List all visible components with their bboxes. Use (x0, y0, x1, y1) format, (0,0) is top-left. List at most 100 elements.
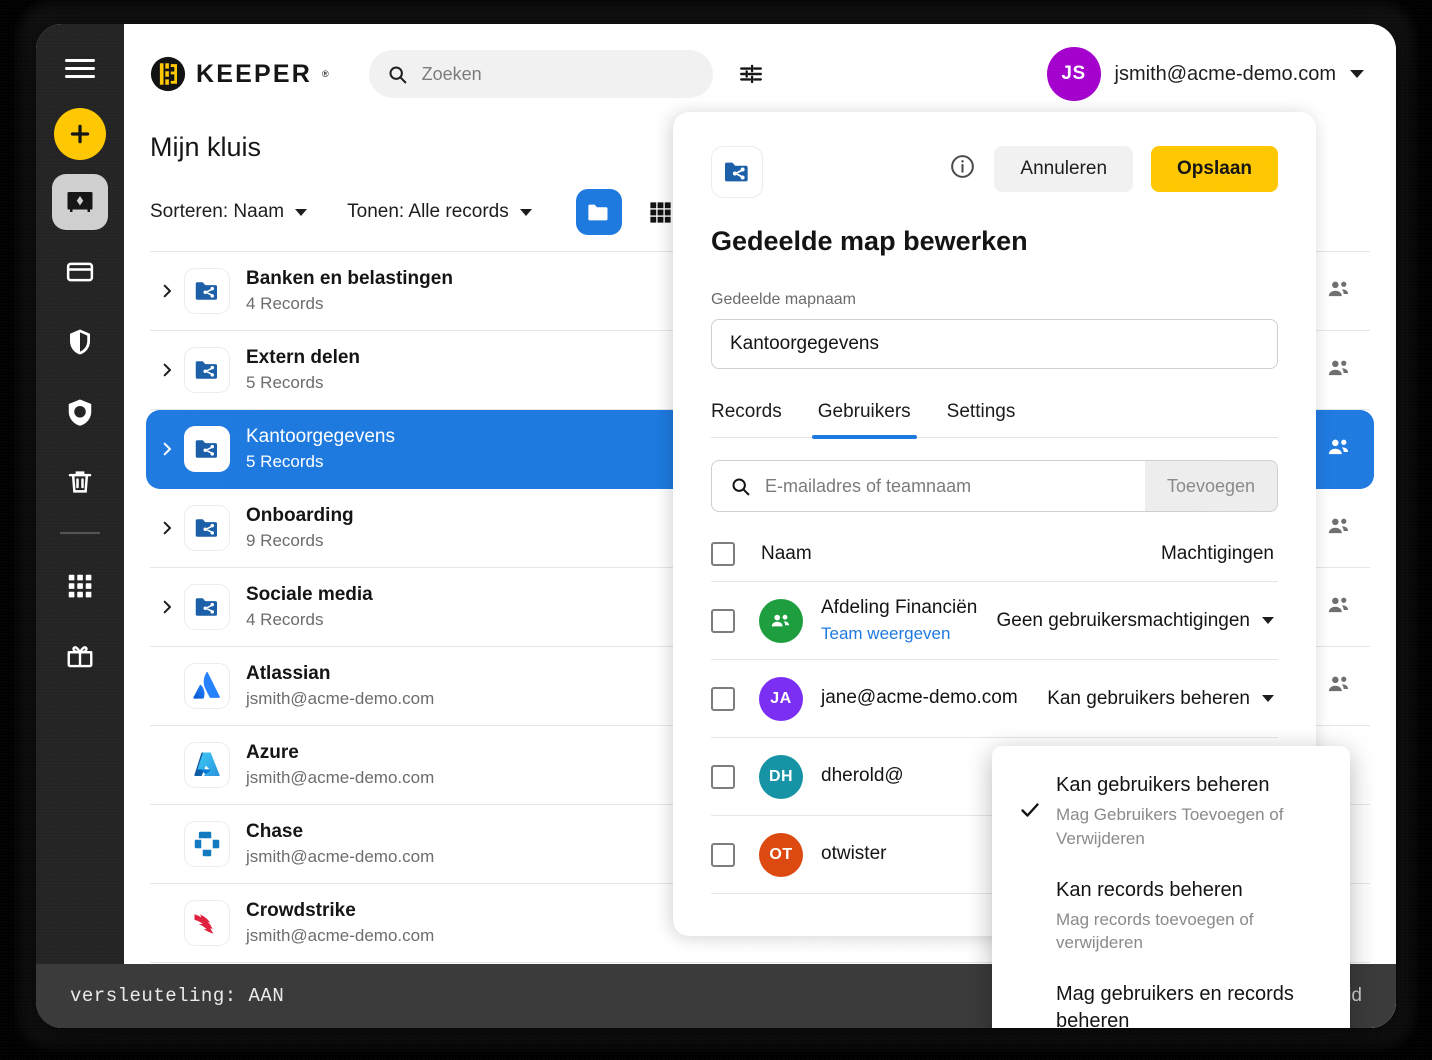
sidebar-item-gift[interactable] (52, 628, 108, 684)
keeper-wordmark: KEEPER (196, 59, 313, 88)
panel-header: Annuleren Opslaan (711, 146, 1278, 198)
chase-icon (184, 821, 230, 867)
folder-name-label: Gedeelde mapnaam (711, 291, 856, 308)
expand-chevron-icon[interactable] (150, 597, 184, 617)
top-bar: KEEPER ® Zoeken JS jsmith@acme-demo.com (124, 24, 1396, 124)
azure-icon (184, 742, 230, 788)
check-icon (1018, 798, 1040, 817)
permissions-dropdown-menu: Kan gebruikers beheren Mag Gebruikers Toe… (992, 746, 1350, 1028)
user-name: otwister (821, 843, 887, 865)
left-navigation-rail (36, 24, 124, 1028)
permission-dropdown[interactable]: Geen gebruikersmachtigingen (997, 610, 1279, 632)
chevron-down-icon (519, 208, 532, 216)
column-header-permissions: Machtigingen (1160, 542, 1274, 564)
shared-people-icon[interactable] (1326, 355, 1352, 386)
panel-title: Gedeelde map bewerken (711, 226, 1028, 256)
folder-view-button[interactable] (575, 189, 622, 235)
sidebar-item-security[interactable] (52, 314, 108, 370)
permission-dropdown[interactable]: Kan gebruikers beheren (1047, 688, 1278, 710)
chevron-down-icon (1262, 695, 1274, 702)
sort-label: Sorteren: Naam (150, 201, 285, 222)
row-checkbox[interactable] (711, 842, 735, 867)
chevron-down-icon (295, 208, 308, 216)
expand-chevron-icon[interactable] (150, 281, 184, 301)
permission-menu-item[interactable]: Mag gebruikers en records beheren (992, 981, 1350, 1028)
users-table-header: Naam Machtigingen (711, 526, 1278, 582)
user-row[interactable]: JA jane@acme-demo.com Kan gebruikers beher… (711, 660, 1278, 738)
avatar (759, 598, 803, 643)
shared-folder-glyph (725, 162, 748, 182)
atlassian-icon (184, 663, 230, 709)
avatar-initials: JA (770, 689, 792, 707)
user-email: jsmith@acme-demo.com (1114, 62, 1336, 85)
tune-icon[interactable] (735, 58, 767, 90)
chevron-down-icon (1350, 70, 1364, 78)
screen: KEEPER ® Zoeken JS jsmith@acme-demo.com … (0, 0, 1432, 1060)
tab-gebruikers[interactable]: Gebruikers (811, 401, 917, 439)
rail-divider (60, 532, 100, 534)
registered-mark: ® (322, 69, 329, 79)
search-icon (389, 65, 407, 83)
permission-menu-item[interactable]: Kan records beheren Mag records toevoegen… (992, 877, 1350, 956)
permission-label: Kan gebruikers beheren (1047, 687, 1250, 709)
expand-chevron-icon[interactable] (150, 518, 184, 538)
menu-icon[interactable] (58, 46, 102, 90)
row-checkbox[interactable] (711, 686, 735, 711)
info-icon[interactable] (949, 153, 976, 185)
user-account-menu[interactable]: JS jsmith@acme-demo.com (1046, 47, 1364, 101)
row-checkbox[interactable] (711, 764, 735, 789)
avatar: JA (759, 676, 803, 721)
sidebar-item-trash[interactable] (52, 454, 108, 510)
chevron-down-icon (1262, 617, 1274, 624)
search-icon (732, 477, 750, 495)
crowdstrike-icon (184, 900, 230, 946)
user-row[interactable]: Afdeling Financiën Team weergeven Geen geb… (711, 582, 1278, 660)
search-input[interactable]: Zoeken (368, 50, 713, 98)
avatar: OT (759, 832, 803, 877)
view-team-link[interactable]: Team weergeven (821, 623, 977, 645)
permission-menu-item[interactable]: Kan gebruikers beheren Mag Gebruikers Toe… (992, 772, 1350, 851)
shared-folder-icon (184, 268, 230, 314)
panel-actions: Annuleren Opslaan (949, 146, 1278, 192)
folder-name-input[interactable]: Kantoorgegevens (711, 319, 1278, 369)
menu-item-title: Mag gebruikers en records beheren (1056, 983, 1294, 1028)
shared-people-icon[interactable] (1326, 434, 1352, 465)
sidebar-item-breachwatch[interactable] (52, 384, 108, 440)
expand-chevron-icon[interactable] (150, 360, 184, 380)
user-name: Afdeling Financiën (821, 597, 978, 619)
user-name: dherold@ (821, 765, 904, 787)
sort-dropdown[interactable]: Sorteren: Naam (150, 201, 308, 223)
sidebar-item-payments[interactable] (52, 244, 108, 300)
shared-people-icon[interactable] (1326, 276, 1352, 307)
filter-dropdown[interactable]: Tonen: Alle records (347, 201, 532, 223)
sidebar-item-vault[interactable] (52, 174, 108, 230)
panel-tabs: Records Gebruikers Settings (711, 401, 1278, 439)
menu-item-title: Kan records beheren (1056, 878, 1243, 901)
shared-people-icon[interactable] (1326, 513, 1352, 544)
keeper-logo: KEEPER ® (150, 56, 329, 92)
sidebar-item-apps[interactable] (52, 558, 108, 614)
grid-icon (650, 201, 671, 223)
shared-folder-icon (184, 505, 230, 551)
cancel-button[interactable]: Annuleren (994, 146, 1134, 192)
save-button[interactable]: Opslaan (1151, 146, 1278, 192)
add-button[interactable] (54, 108, 106, 160)
select-all-checkbox[interactable] (711, 541, 735, 566)
add-user-placeholder: E-mailadres of teamnaam (765, 475, 972, 496)
expand-chevron-icon[interactable] (150, 439, 184, 459)
shared-folder-icon (711, 146, 763, 198)
filter-label: Tonen: Alle records (347, 201, 509, 222)
shared-folder-icon (184, 584, 230, 630)
tab-settings[interactable]: Settings (947, 401, 1016, 437)
add-user-button[interactable]: Toevoegen (1145, 461, 1277, 511)
app-window: KEEPER ® Zoeken JS jsmith@acme-demo.com … (36, 24, 1396, 1028)
permission-label: Geen gebruikersmachtigingen (996, 609, 1251, 631)
menu-item-title: Kan gebruikers beheren (1056, 774, 1270, 796)
menu-item-description: Mag records toevoegen of verwijderen (1056, 909, 1254, 953)
tab-records[interactable]: Records (711, 401, 782, 437)
shared-people-icon[interactable] (1326, 592, 1352, 623)
shared-people-icon[interactable] (1326, 671, 1352, 702)
add-user-field[interactable]: E-mailadres of teamnaam Toevoegen (711, 460, 1278, 512)
row-checkbox[interactable] (711, 608, 735, 633)
keeper-logo-icon (150, 56, 186, 92)
